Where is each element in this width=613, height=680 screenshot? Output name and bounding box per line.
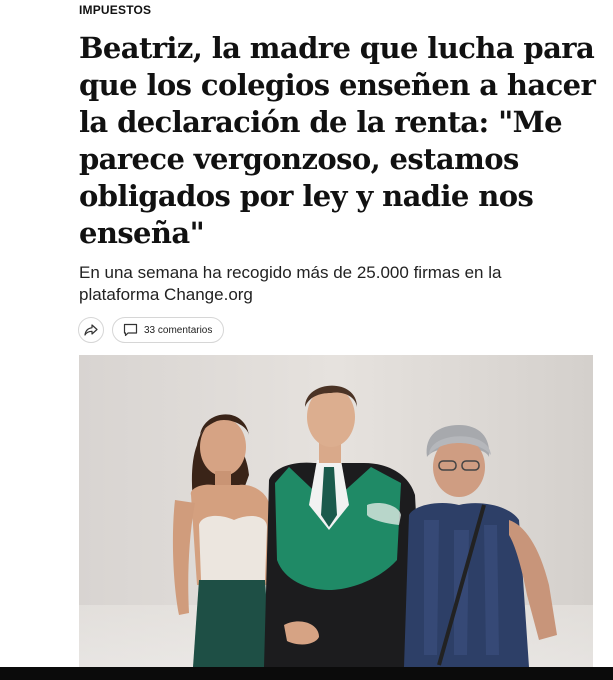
share-button[interactable] (78, 317, 104, 343)
page-margin (0, 0, 79, 667)
comments-button[interactable]: 33 comentarios (112, 317, 225, 343)
bottom-bar (0, 667, 613, 680)
article-photo[interactable] (79, 355, 593, 667)
article-actions: 33 comentarios (78, 317, 225, 343)
article-headline: Beatriz, la madre que lucha para que los… (79, 31, 596, 250)
comments-count-label: 33 comentarios (144, 324, 213, 336)
article-subtitle: En una semana ha recogido más de 25.000 … (79, 263, 502, 304)
section-label[interactable]: IMPUESTOS (79, 3, 151, 17)
photo-illustration (79, 355, 593, 667)
comment-bubble-icon (123, 323, 138, 337)
share-arrow-icon (84, 324, 98, 336)
